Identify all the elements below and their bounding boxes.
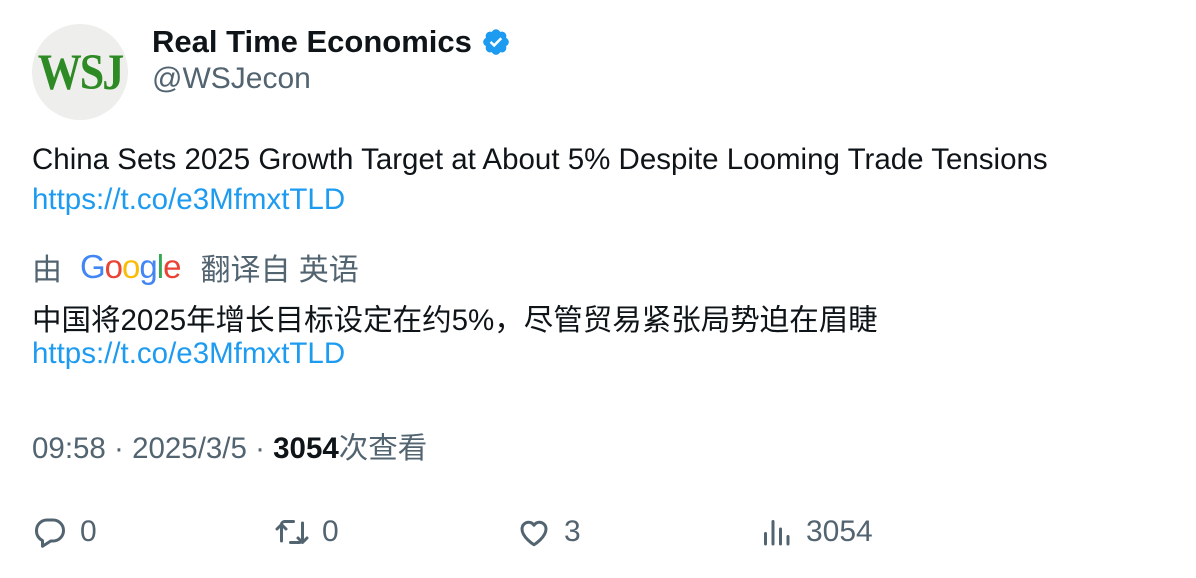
tweet-time[interactable]: 09:58: [32, 432, 106, 465]
reply-button[interactable]: 0: [32, 510, 97, 554]
avatar[interactable]: WSJ: [32, 24, 128, 120]
tweet-card: WSJ Real Time Economics @WSJecon China S…: [0, 0, 1196, 578]
verified-badge-icon[interactable]: [481, 27, 511, 57]
translation-suffix: 翻译自 英语: [200, 254, 359, 287]
translated-text: 中国将2025年增长目标设定在约5%，尽管贸易紧张局势迫在眉睫: [32, 304, 878, 337]
google-logo-icon: Google: [80, 248, 181, 285]
tweet-date[interactable]: 2025/3/5: [132, 432, 247, 465]
like-count: 3: [564, 515, 581, 548]
analytics-icon: [758, 514, 794, 550]
tweet-link[interactable]: https://t.co/e3MfmxtTLD: [32, 183, 345, 217]
translation-prefix: 由: [32, 254, 62, 287]
reply-count: 0: [80, 515, 97, 548]
retweet-button[interactable]: 0: [274, 510, 339, 554]
views-button[interactable]: 3054: [758, 510, 873, 554]
retweet-icon: [274, 514, 310, 550]
retweet-count: 0: [322, 515, 339, 548]
account-handle[interactable]: @WSJecon: [152, 62, 311, 96]
translated-link[interactable]: https://t.co/e3MfmxtTLD: [32, 337, 345, 371]
meta-separator: ·: [114, 432, 124, 465]
like-button[interactable]: 3: [516, 510, 581, 554]
reply-icon: [32, 514, 68, 550]
views-label: 次查看: [338, 432, 428, 465]
author-name-row: Real Time Economics: [152, 22, 511, 62]
tweet-text: China Sets 2025 Growth Target at About 5…: [32, 143, 1048, 176]
translation-attribution[interactable]: 由 Google 翻译自 英语: [32, 246, 359, 288]
display-name[interactable]: Real Time Economics: [152, 24, 472, 60]
avatar-logo-text: WSJ: [37, 43, 124, 101]
views-action-count: 3054: [806, 515, 873, 548]
views-count: 3054: [273, 432, 339, 465]
heart-icon: [516, 514, 552, 550]
meta-separator: ·: [255, 432, 265, 465]
tweet-meta: 09:58 · 2025/3/5 · 3054次查看: [32, 425, 427, 467]
